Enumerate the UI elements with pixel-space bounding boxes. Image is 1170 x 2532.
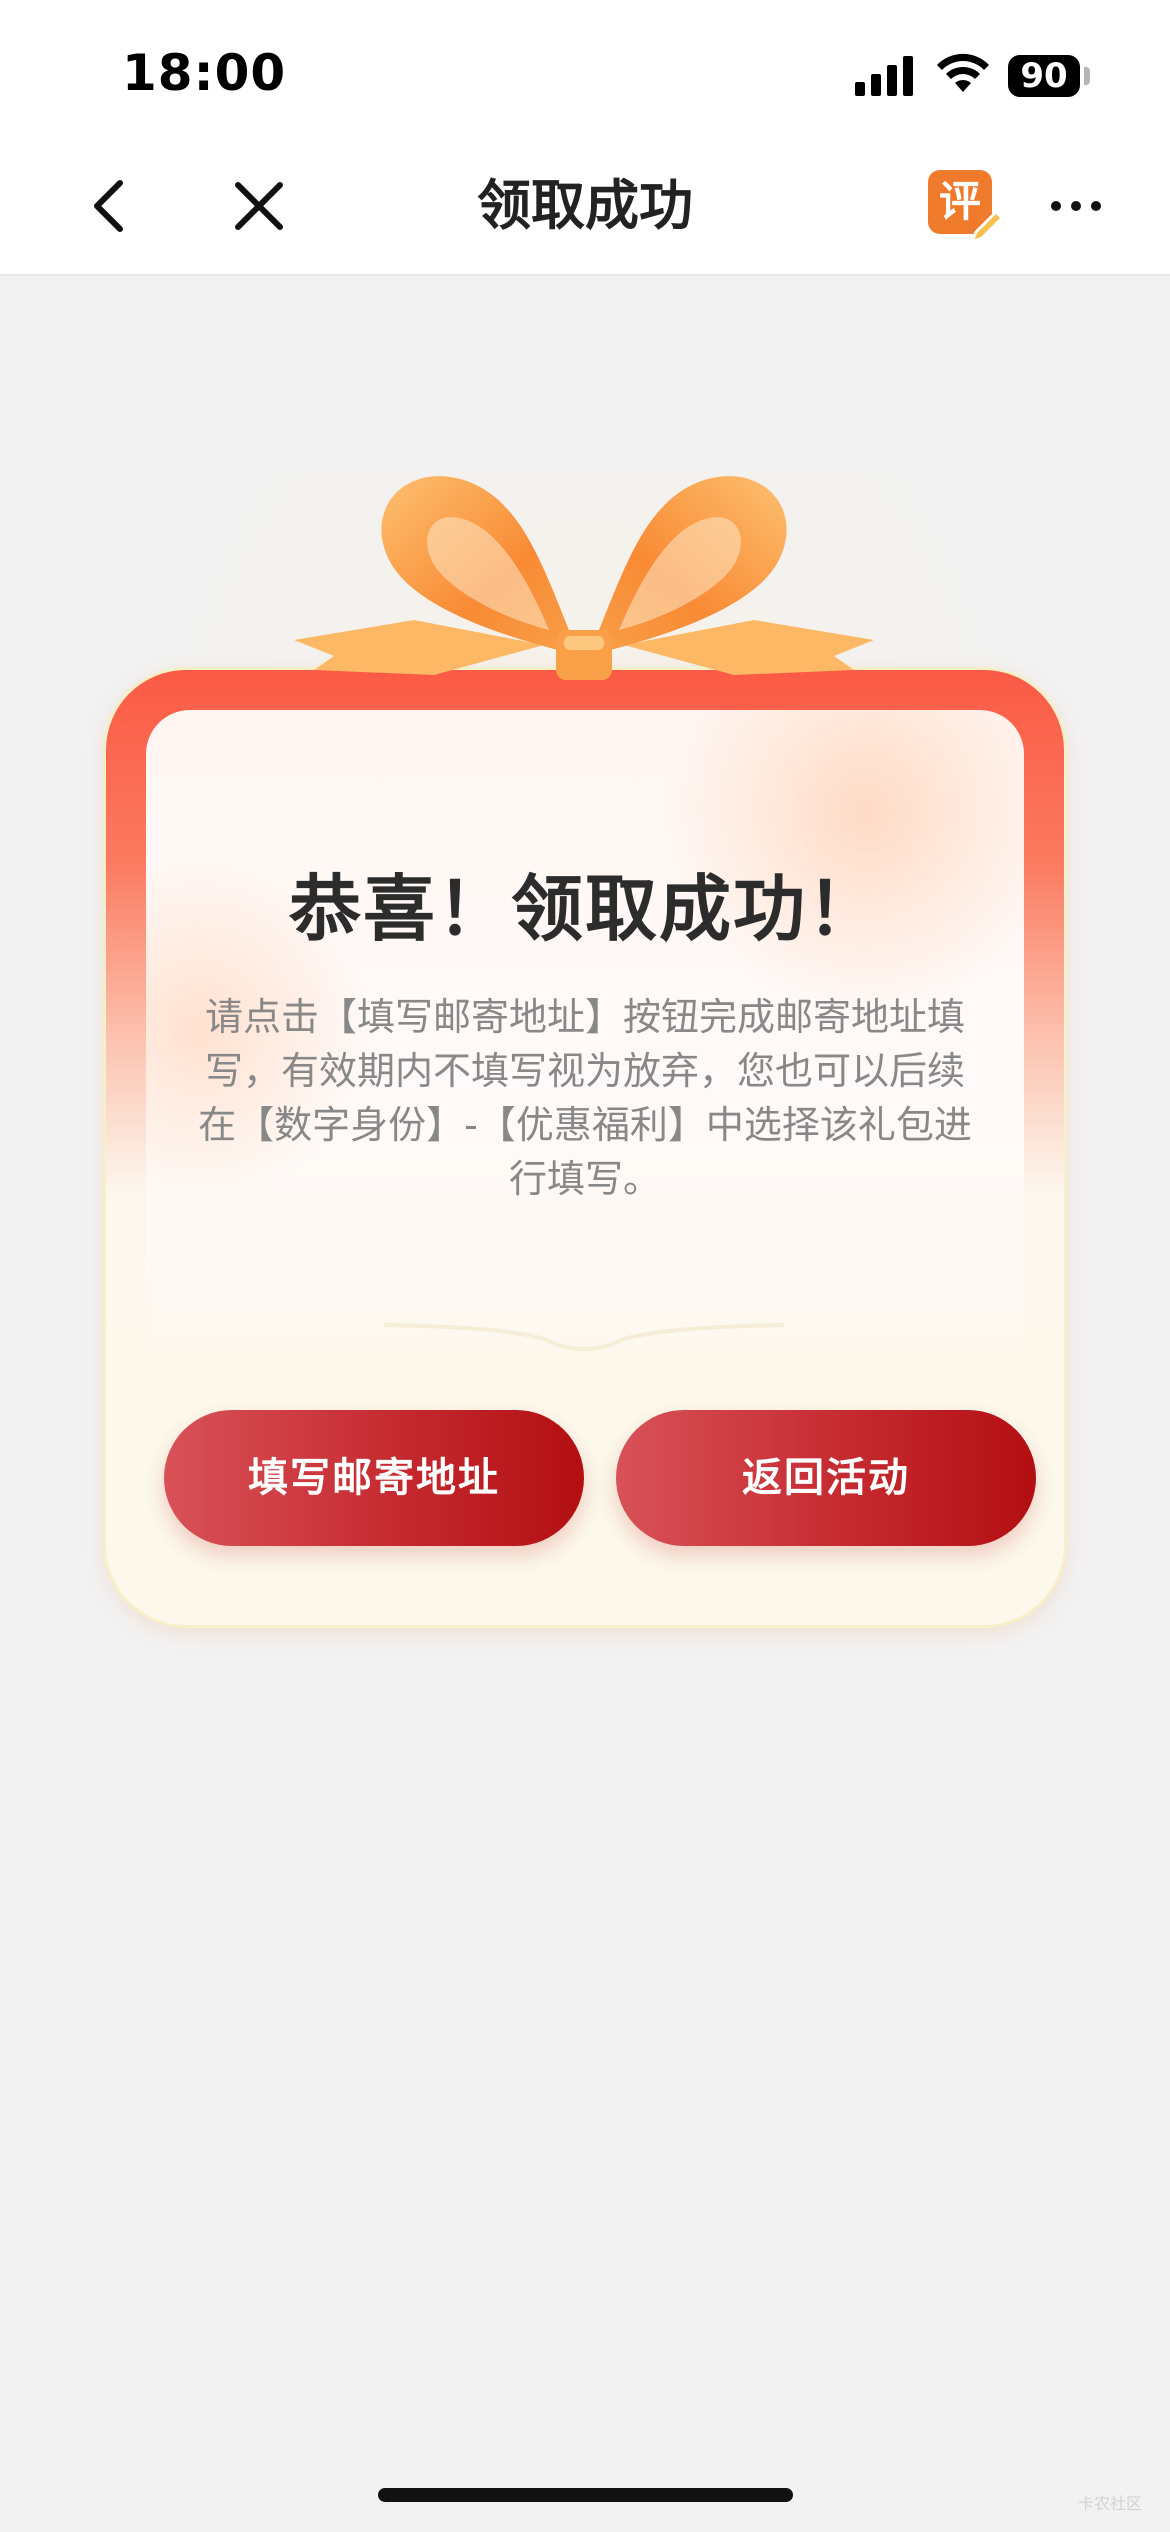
page-title: 领取成功: [477, 174, 693, 237]
status-time: 18:00: [122, 44, 287, 102]
watermark: 卡农社区: [1078, 2494, 1143, 2513]
pen-icon: [970, 210, 1004, 244]
home-indicator[interactable]: [378, 2488, 793, 2502]
close-icon[interactable]: [228, 175, 290, 237]
status-bar: 18:00 90: [0, 0, 1170, 140]
fill-address-button[interactable]: 填写邮寄地址: [164, 1410, 584, 1546]
wifi-icon: [937, 53, 989, 92]
ribbon-bow-icon: [294, 476, 874, 680]
battery-tip: [1084, 67, 1090, 85]
cellular-signal-icon: [855, 56, 913, 96]
battery-icon: 90: [1008, 55, 1080, 97]
instruction-message: 请点击【填写邮寄地址】按钮完成邮寄地址填写，有效期内不填写视为放弃，您也可以后续…: [198, 995, 972, 1201]
more-icon[interactable]: [1046, 182, 1106, 230]
navigation-bar: 领取成功 评: [0, 140, 1170, 276]
review-button[interactable]: 评: [924, 166, 1004, 246]
back-arrow-icon[interactable]: [80, 175, 142, 237]
success-heading: 恭喜！领取成功！: [288, 867, 881, 951]
gift-card-dialog: 恭喜！领取成功！ 请点击【填写邮寄地址】按钮完成邮寄地址填写，有效期内不填写视为…: [104, 470, 1066, 1630]
return-activity-button[interactable]: 返回活动: [616, 1410, 1036, 1546]
gift-notch-decoration: [384, 1323, 784, 1351]
